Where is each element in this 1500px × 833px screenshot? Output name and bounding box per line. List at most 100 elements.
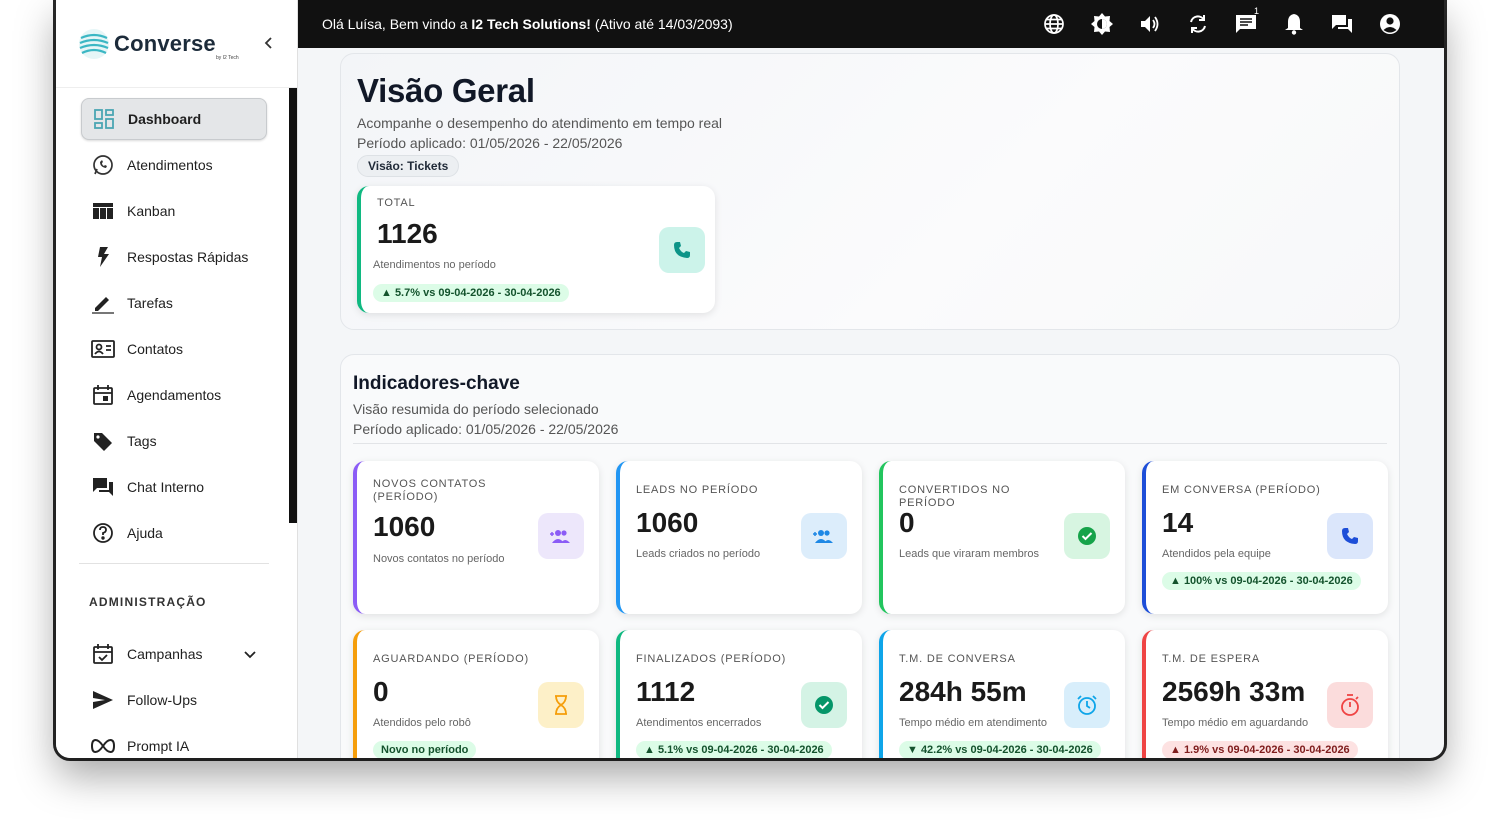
- sidebar-item-respostas-rapidas[interactable]: Respostas Rápidas: [81, 236, 267, 278]
- card-label: AGUARDANDO (PERÍODO): [373, 653, 529, 665]
- volume-button[interactable]: [1126, 0, 1174, 48]
- internal-chat-button[interactable]: [1318, 0, 1366, 48]
- collapse-sidebar-button[interactable]: [258, 32, 280, 54]
- theme-toggle-button[interactable]: [1078, 0, 1126, 48]
- messages-button[interactable]: 1: [1222, 0, 1270, 48]
- main-content: Visão Geral Acompanhe o desempenho do at…: [298, 48, 1444, 758]
- brightness-icon: [1091, 13, 1113, 35]
- sidebar-divider: [79, 563, 269, 564]
- topbar: Olá Luísa, Bem vindo a I2 Tech Solutions…: [298, 0, 1444, 48]
- trend-badge: Novo no período: [373, 741, 477, 758]
- kpi-icon-box: [538, 682, 584, 728]
- greeting-text: Olá Luísa, Bem vindo a I2 Tech Solutions…: [322, 16, 733, 32]
- card-description: Tempo médio em aguardando: [1162, 717, 1309, 729]
- user-account-button[interactable]: [1366, 0, 1414, 48]
- card-description: Atendimentos encerrados: [636, 717, 762, 729]
- group-add-icon: [813, 530, 833, 543]
- total-card: TOTAL 1126 Atendimentos no período ▲ 5.7…: [357, 186, 715, 313]
- kpi-card-novos-contatos: NOVOS CONTATOS (PERÍODO) 1060 Novos cont…: [353, 461, 599, 614]
- sidebar-item-tags[interactable]: Tags: [81, 420, 267, 462]
- card-label: T.M. DE CONVERSA: [899, 653, 1016, 665]
- account-circle-icon: [1380, 14, 1400, 34]
- sync-icon: [1190, 15, 1206, 33]
- alarm-icon: [1077, 695, 1097, 715]
- card-description: Atendidos pelo robô: [373, 717, 471, 729]
- card-label: EM CONVERSA (PERÍODO): [1162, 484, 1321, 496]
- brand-name: Converse: [114, 30, 216, 56]
- converse-logo-icon: [79, 28, 109, 59]
- forum-icon: [91, 475, 115, 499]
- kpi-card-tm-conversa: T.M. DE CONVERSA 284h 55m Tempo médio em…: [879, 630, 1125, 758]
- sidebar-item-tarefas[interactable]: Tarefas: [81, 282, 267, 324]
- kpi-icon-box: [801, 513, 847, 559]
- sidebar-item-prompt-ia[interactable]: Prompt IA: [81, 725, 267, 758]
- sidebar-item-atendimentos[interactable]: Atendimentos: [81, 144, 267, 186]
- refresh-button[interactable]: [1174, 0, 1222, 48]
- notifications-button[interactable]: [1270, 0, 1318, 48]
- kpi-icon-box: [538, 513, 584, 559]
- contact-card-icon: [91, 337, 115, 361]
- page-subtitle: Acompanhe o desempenho do atendimento em…: [357, 115, 723, 131]
- sidebar-item-chat-interno[interactable]: Chat Interno: [81, 466, 267, 508]
- sidebar-item-label: Contatos: [127, 341, 184, 357]
- card-value: 1060: [636, 507, 699, 538]
- chevron-left-icon: [264, 37, 272, 49]
- sidebar-item-agendamentos[interactable]: Agendamentos: [81, 374, 267, 416]
- sidebar: Converse by I2 Tech Dashboard Atendiment…: [56, 0, 298, 758]
- topbar-actions: 1: [1030, 0, 1414, 48]
- whatsapp-icon: [91, 153, 115, 177]
- kpi-divider: [353, 443, 1387, 444]
- sidebar-item-label: Ajuda: [127, 525, 163, 541]
- forum-icon: [1332, 15, 1352, 33]
- trend-badge: ▲ 1.9% vs 09-04-2026 - 30-04-2026: [1162, 741, 1358, 758]
- admin-section-title: ADMINISTRAÇÃO: [89, 595, 207, 609]
- phone-icon: [674, 242, 690, 258]
- kpi-icon-box: [1064, 682, 1110, 728]
- volume-icon: [1141, 16, 1159, 32]
- sidebar-item-campanhas[interactable]: Campanhas: [81, 633, 271, 675]
- sidebar-item-label: Respostas Rápidas: [127, 249, 249, 265]
- sidebar-item-label: Agendamentos: [127, 387, 222, 403]
- kpi-card-convertidos: CONVERTIDOS NO PERÍODO 0 Leads que virar…: [879, 461, 1125, 614]
- app-window: Converse by I2 Tech Dashboard Atendiment…: [56, 0, 1444, 758]
- globe-icon: [1044, 14, 1064, 34]
- infinity-icon: [91, 734, 115, 758]
- check-circle-icon: [815, 696, 833, 714]
- flash-icon: [91, 245, 115, 269]
- card-description: Novos contatos no período: [373, 553, 505, 565]
- chat-icon: [1236, 15, 1256, 33]
- language-button[interactable]: [1030, 0, 1078, 48]
- sidebar-scrollbar[interactable]: [289, 88, 297, 523]
- view-mode-chip[interactable]: Visão: Tickets: [357, 155, 460, 177]
- kpi-card-finalizados: FINALIZADOS (PERÍODO) 1112 Atendimentos …: [616, 630, 862, 758]
- sidebar-item-contatos[interactable]: Contatos: [81, 328, 267, 370]
- card-label: CONVERTIDOS NO PERÍODO: [899, 484, 1011, 509]
- sidebar-item-label: Prompt IA: [127, 738, 190, 754]
- sidebar-item-dashboard[interactable]: Dashboard: [81, 98, 267, 140]
- kpi-period: Período aplicado: 01/05/2026 - 22/05/202…: [353, 421, 619, 437]
- chevron-down-icon[interactable]: [243, 647, 257, 661]
- logo-area: Converse by I2 Tech: [56, 0, 297, 88]
- card-description: Atendimentos no período: [373, 259, 496, 271]
- sidebar-item-ajuda[interactable]: Ajuda: [81, 512, 267, 554]
- sidebar-item-label: Chat Interno: [127, 479, 205, 495]
- sidebar-item-follow-ups[interactable]: Follow-Ups: [81, 679, 267, 721]
- hourglass-icon: [555, 695, 567, 715]
- card-label: FINALIZADOS (PERÍODO): [636, 653, 787, 665]
- card-value: 0: [899, 507, 915, 538]
- overview-panel: Visão Geral Acompanhe o desempenho do at…: [340, 53, 1400, 330]
- trend-badge: ▲ 5.1% vs 09-04-2026 - 30-04-2026: [636, 741, 832, 758]
- card-value: 2569h 33m: [1162, 676, 1306, 707]
- sidebar-item-kanban[interactable]: Kanban: [81, 190, 267, 232]
- overview-period: Período aplicado: 01/05/2026 - 22/05/202…: [357, 135, 623, 151]
- greeting-prefix: Olá Luísa, Bem vindo a: [322, 16, 472, 32]
- sidebar-item-label: Dashboard: [128, 111, 202, 127]
- card-description: Atendidos pela equipe: [1162, 548, 1271, 560]
- pencil-icon: [91, 291, 115, 315]
- card-description: Leads que viraram membros: [899, 548, 1040, 560]
- send-icon: [91, 688, 115, 712]
- kpi-icon-box: [1327, 513, 1373, 559]
- sidebar-item-label: Kanban: [127, 203, 176, 219]
- kpi-title: Indicadores-chave: [353, 373, 520, 394]
- greeting-suffix: (Ativo até 14/03/2093): [590, 16, 733, 32]
